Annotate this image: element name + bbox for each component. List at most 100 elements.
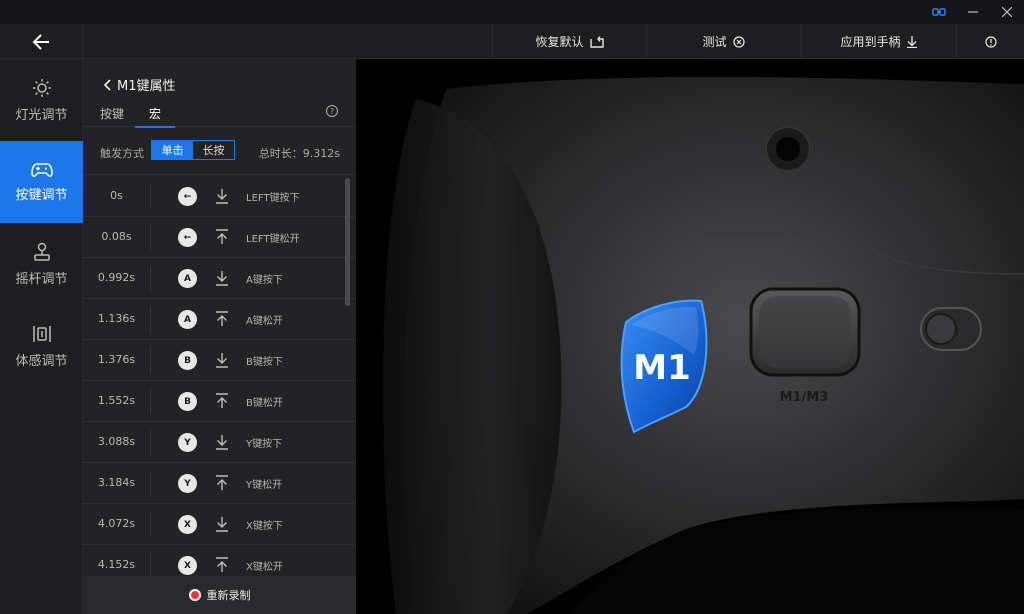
tab-macro[interactable]: 宏 (134, 105, 176, 128)
macro-row[interactable]: 1.136s A A键松开 (83, 299, 356, 340)
macro-row-time: 0.992s (97, 271, 136, 284)
macro-row-time: 4.152s (97, 558, 136, 571)
row-divider (150, 225, 151, 250)
macro-row-key-icon: X (178, 515, 197, 534)
m1-badge-label: M1 (633, 348, 691, 388)
total-duration: 总时长：9.312s (258, 147, 340, 160)
macro-row-action: LEFT键松开 (246, 234, 300, 245)
gamepad-icon (30, 162, 53, 177)
row-divider (150, 512, 151, 537)
window-controls (922, 0, 1024, 24)
list-scrollbar[interactable] (345, 178, 350, 306)
nav-item-motion[interactable]: 体感调节 (0, 305, 83, 387)
macro-row-time: 0s (110, 189, 123, 202)
row-divider (150, 266, 151, 291)
panel-tabs: 按键 宏 ? (83, 101, 356, 128)
switch-label: M1/M3 (780, 390, 829, 405)
release-up-icon (215, 229, 229, 245)
tab-key[interactable]: 按键 (100, 105, 124, 127)
release-up-icon (215, 393, 229, 409)
macro-row-time: 1.136s (97, 312, 136, 325)
macro-row[interactable]: 3.088s Y Y键按下 (83, 422, 356, 463)
nav-label-joystick: 摇杆调节 (15, 271, 68, 287)
trigger-option-hold[interactable]: 长按 (193, 141, 234, 159)
macro-row-time: 1.552s (97, 394, 136, 407)
macro-row-time: 1.376s (97, 353, 136, 366)
row-divider (150, 430, 151, 455)
macro-row-key-icon: B (178, 351, 197, 370)
link-icon[interactable] (922, 0, 956, 24)
rerecord-button[interactable]: 重新录制 (83, 576, 356, 614)
macro-row-action: X键按下 (246, 521, 283, 532)
sun-icon (32, 78, 51, 97)
macro-row-action: LEFT键按下 (246, 193, 300, 204)
nav-label-lighting: 灯光调节 (15, 107, 68, 123)
test-button[interactable]: 测试 (646, 24, 800, 59)
back-button[interactable] (0, 24, 83, 59)
restore-icon (589, 35, 604, 48)
download-icon (906, 35, 917, 48)
trigger-option-click[interactable]: 单击 (152, 141, 193, 159)
title-bar (0, 0, 1024, 24)
rerecord-label: 重新录制 (206, 589, 251, 602)
help-icon[interactable]: ? (326, 105, 338, 117)
macro-row-key-icon: ← (178, 187, 197, 206)
macro-row-key-icon: A (178, 269, 197, 288)
row-divider (150, 184, 151, 209)
test-label: 测试 (702, 35, 727, 49)
restore-default-button[interactable]: 恢复默认 (492, 24, 646, 59)
macro-row[interactable]: 0.08s ← LEFT键松开 (83, 217, 356, 258)
m1-key-badge[interactable]: M1 (616, 297, 714, 437)
apply-label: 应用到手柄 (840, 35, 901, 49)
trigger-mode-label: 触发方式 (100, 147, 144, 160)
macro-row[interactable]: 1.376s B B键按下 (83, 340, 356, 381)
macro-row-time: 0.08s (101, 230, 132, 243)
macro-row[interactable]: 0s ← LEFT键按下 (83, 176, 356, 217)
macro-row[interactable]: 3.184s Y Y键松开 (83, 463, 356, 504)
panel-title: M1键属性 (117, 79, 176, 94)
release-up-icon (215, 557, 229, 573)
macro-row-action: Y键松开 (246, 480, 283, 491)
side-nav: 灯光调节 按键调节 摇杆调节 体感调节 (0, 59, 83, 614)
macro-row[interactable]: 4.152s X X键松开 (83, 545, 356, 576)
panel-header[interactable]: M1键属性 (103, 75, 176, 94)
macro-row-action: X键松开 (246, 562, 283, 573)
macro-row[interactable]: 4.072s X X键按下 (83, 504, 356, 545)
controller-preview: M1/M3 M1 (356, 59, 1024, 614)
apply-to-controller-button[interactable]: 应用到手柄 (800, 24, 956, 59)
row-divider (150, 307, 151, 332)
macro-row[interactable]: 0.992s A A键按下 (83, 258, 356, 299)
macro-row-time: 3.184s (97, 476, 136, 489)
macro-row-action: Y键按下 (246, 439, 283, 450)
macro-row-time: 3.088s (97, 435, 136, 448)
trigger-mode-toggle: 单击 长按 (151, 140, 235, 160)
macro-row-action: A键按下 (246, 275, 283, 286)
restore-default-label: 恢复默认 (535, 35, 584, 49)
macro-row-key-icon: B (178, 392, 197, 411)
row-divider (150, 389, 151, 414)
info-button[interactable] (956, 24, 1024, 59)
macro-row[interactable]: 1.552s B B键松开 (83, 381, 356, 422)
macro-row-time: 4.072s (97, 517, 136, 530)
macro-row-key-icon: Y (178, 474, 197, 493)
macro-event-list[interactable]: 0s ← LEFT键按下 0.08s ← LEFT键松开 0.992s A A键按下 1.136s… (83, 176, 356, 576)
close-icon[interactable] (990, 0, 1024, 24)
release-up-icon (215, 311, 229, 327)
macro-row-action: B键按下 (246, 357, 283, 368)
press-down-icon (215, 434, 229, 450)
nav-label-motion: 体感调节 (15, 353, 68, 369)
release-up-icon (215, 475, 229, 491)
row-divider (150, 553, 151, 576)
record-icon (188, 589, 201, 601)
nav-item-buttons[interactable]: 按键调节 (0, 141, 83, 223)
minimize-icon[interactable] (956, 0, 990, 24)
motion-icon (32, 325, 51, 342)
joystick-icon (33, 242, 50, 261)
top-toolbar: 恢复默认 测试 应用到手柄 (0, 24, 1024, 59)
press-down-icon (215, 352, 229, 368)
press-down-icon (215, 188, 229, 204)
row-divider (150, 348, 151, 373)
nav-item-lighting[interactable]: 灯光调节 (0, 59, 83, 141)
nav-item-joystick[interactable]: 摇杆调节 (0, 223, 83, 305)
macro-row-key-icon: A (178, 310, 197, 329)
